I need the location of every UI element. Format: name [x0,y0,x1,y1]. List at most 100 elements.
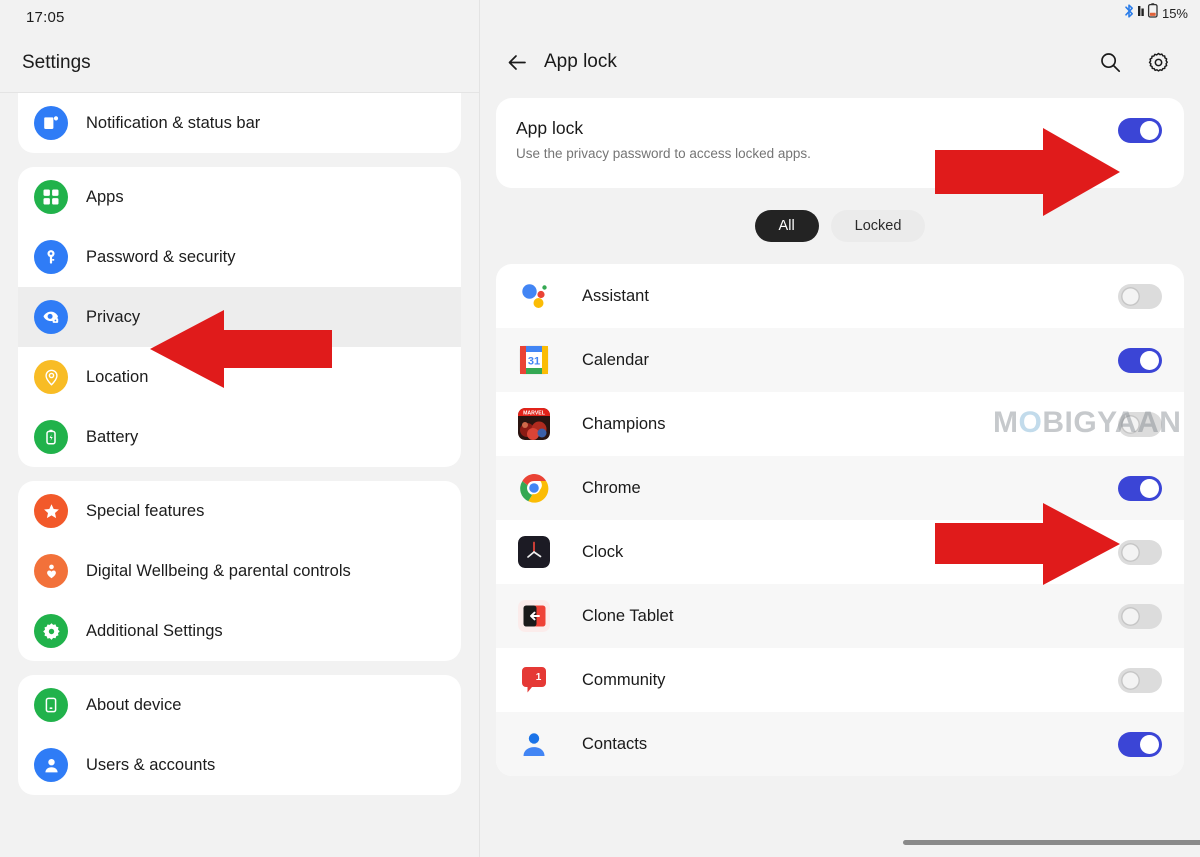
toggle-knob [1121,414,1140,434]
marvel-champions-icon: MARVEL [518,408,550,440]
back-arrow-icon[interactable] [498,43,536,81]
left-status-bar: 17:05 [0,0,479,34]
sidebar-item-label: Users & accounts [86,755,216,774]
settings-group-card: About device Users & accounts [18,675,461,795]
sidebar-item-apps[interactable]: Apps [18,167,461,227]
toggle-knob [1121,286,1140,306]
privacy-eye-lock-icon [34,300,68,334]
page-title: Settings [22,52,91,73]
sidebar-item-about-device[interactable]: About device [18,675,461,735]
toggle-knob [1121,606,1140,626]
screen: 17:05 Settings Notification & status bar… [0,0,1200,857]
app-lock-master-card: App lock Use the privacy password to acc… [496,98,1184,188]
sidebar-item-users-accounts[interactable]: Users & accounts [18,735,461,795]
app-lock-toggle[interactable] [1118,347,1162,373]
app-name-label: Chrome [582,478,641,497]
sidebar-item-special-features[interactable]: Special features [18,481,461,541]
app-lock-toggle[interactable] [1118,731,1162,757]
app-lock-toggle[interactable] [1118,475,1162,501]
app-name-label: Champions [582,414,666,433]
right-status-bar: 15% [480,0,1200,26]
key-icon [34,240,68,274]
sidebar-item-label: Digital Wellbeing & parental controls [86,561,351,580]
device-icon [34,688,68,722]
settings-header: Settings [0,34,479,92]
app-lock-toggle[interactable] [1118,411,1162,437]
apps-grid-icon [34,180,68,214]
battery-icon [34,420,68,454]
sidebar-item-label: Special features [86,501,205,520]
app-list-item[interactable]: Clone Tablet [496,584,1184,648]
svg-text:MARVEL: MARVEL [523,410,546,416]
toggle-knob [1140,478,1159,498]
star-icon [34,494,68,528]
toggle-knob [1140,121,1159,140]
app-name-label: Calendar [582,350,649,369]
app-list-item[interactable]: Chrome [496,456,1184,520]
sidebar-item-label: Apps [86,187,124,206]
gear-icon [34,614,68,648]
sidebar-item-digital-wellbeing-parental-controls[interactable]: Digital Wellbeing & parental controls [18,541,461,601]
app-list-item[interactable]: Clock [496,520,1184,584]
wellbeing-person-icon [34,554,68,588]
app-list-item[interactable]: Contacts [496,712,1184,776]
home-indicator [903,840,1200,845]
app-lock-toggle[interactable] [1118,667,1162,693]
signal-icon [1137,3,1145,24]
filter-tab-locked[interactable]: Locked [830,210,926,242]
app-lock-toggle[interactable] [1118,539,1162,565]
settings-list[interactable]: Notification & status bar Apps Password & … [0,93,479,795]
sidebar-item-password-security[interactable]: Password & security [18,227,461,287]
app-list[interactable]: Assistant 31 Calendar MARVEL Champions Chrome… [496,264,1184,776]
user-icon [34,748,68,782]
app-name-label: Clone Tablet [582,606,674,625]
sidebar-item-additional-settings[interactable]: Additional Settings [18,601,461,661]
toggle-knob [1140,350,1159,370]
sidebar-item-battery[interactable]: Battery [18,407,461,467]
app-lock-master-text: App lock Use the privacy password to acc… [516,118,1118,161]
settings-sidebar-pane: 17:05 Settings Notification & status bar… [0,0,480,857]
app-list-item[interactable]: 1 Community [496,648,1184,712]
app-list-item[interactable]: 31 Calendar [496,328,1184,392]
contacts-icon [518,728,550,760]
app-name-label: Assistant [582,286,649,305]
svg-text:31: 31 [528,356,540,368]
app-lock-master-subtitle: Use the privacy password to access locke… [516,146,811,161]
toggle-knob [1140,734,1159,754]
filter-tabs[interactable]: All Locked [496,210,1184,242]
sidebar-item-privacy[interactable]: Privacy [18,287,461,347]
status-clock: 17:05 [26,8,65,26]
toggle-knob [1121,670,1140,690]
sidebar-item-notification-status-bar[interactable]: Notification & status bar [18,93,461,153]
settings-group-card: Notification & status bar [18,93,461,153]
filter-tab-all[interactable]: All [754,210,819,242]
battery-percent-label: 15% [1161,5,1188,21]
app-lock-body: App lock Use the privacy password to acc… [480,98,1200,776]
google-assistant-icon [518,280,550,312]
sidebar-item-label: About device [86,695,182,714]
notification-bar-icon [34,106,68,140]
community-icon: 1 [518,664,550,696]
settings-group-card: Apps Password & security Privacy Location Ba… [18,167,461,467]
app-lock-toggle[interactable] [1118,283,1162,309]
bluetooth-icon [1124,3,1135,24]
sidebar-item-label: Location [86,367,149,386]
app-lock-pane: 15% App lock App lock Use the privacy pa… [480,0,1200,857]
app-lock-master-toggle[interactable] [1118,118,1162,143]
app-name-label: Clock [582,542,624,561]
sidebar-item-location[interactable]: Location [18,347,461,407]
chrome-icon [518,472,550,504]
clone-tablet-icon [518,600,550,632]
google-calendar-icon: 31 [518,344,550,376]
app-name-label: Contacts [582,734,648,753]
app-bar: App lock [480,26,1200,98]
app-list-item[interactable]: Assistant [496,264,1184,328]
sidebar-item-label: Notification & status bar [86,113,261,132]
gear-icon[interactable] [1138,42,1178,82]
settings-group-card: Special features Digital Wellbeing & pare… [18,481,461,661]
app-lock-toggle[interactable] [1118,603,1162,629]
app-list-item[interactable]: MARVEL Champions [496,392,1184,456]
search-icon[interactable] [1090,42,1130,82]
sidebar-item-label: Privacy [86,307,141,326]
app-name-label: Community [582,670,666,689]
